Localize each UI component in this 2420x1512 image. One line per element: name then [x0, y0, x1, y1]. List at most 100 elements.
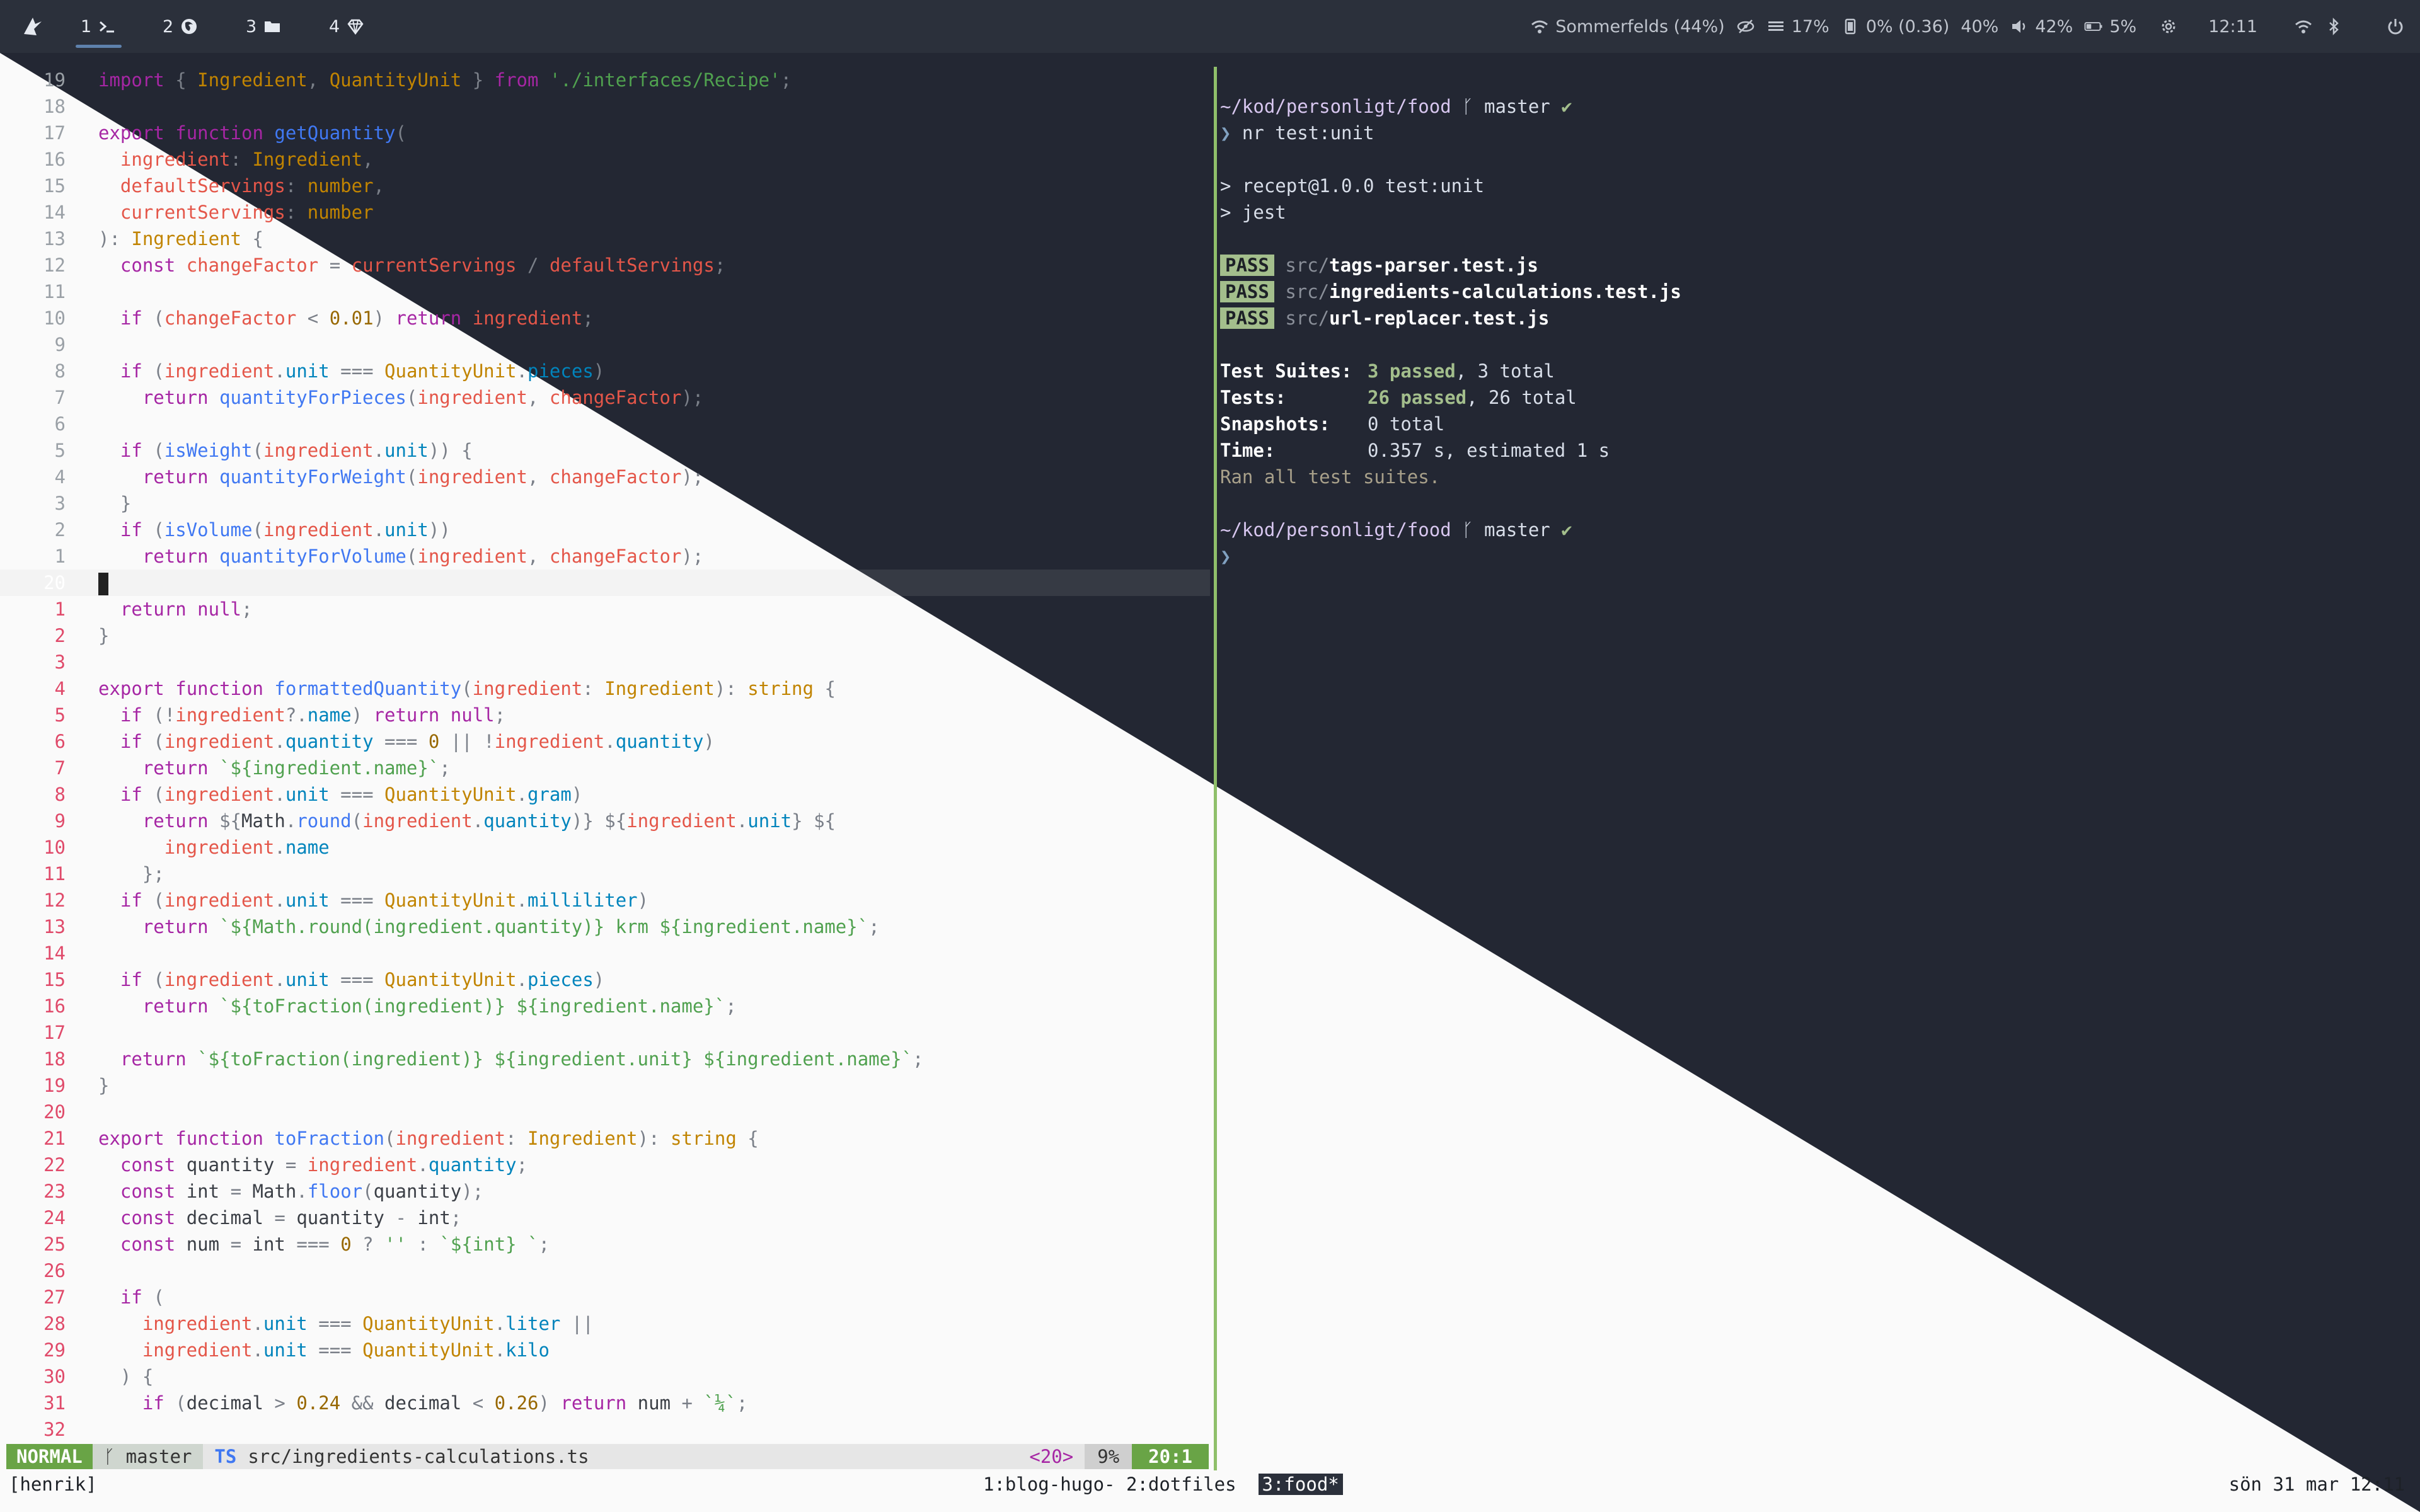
code-line[interactable]: 9 return ${Math.round(ingredient.quantit… — [0, 808, 1210, 834]
code-line[interactable]: 2 if (isVolume(ingredient.unit)) — [0, 517, 1210, 543]
code-line[interactable]: 26 — [0, 1257, 1210, 1284]
code-line[interactable]: 25 const num = int === 0 ? '' : `${int} … — [0, 1231, 1210, 1257]
code-line[interactable]: 5 if (!ingredient?.name) return null; — [0, 702, 1210, 728]
filetype-badge: TS — [214, 1446, 237, 1467]
cwd: ~/kod/personligt/food — [1220, 519, 1451, 541]
code-line[interactable]: 19} — [0, 1072, 1210, 1099]
code-line[interactable]: 23 const int = Math.floor(quantity); — [0, 1178, 1210, 1205]
code-line[interactable]: 17 — [0, 1019, 1210, 1046]
code-text: ingredient.name — [164, 837, 330, 858]
code-line[interactable]: 4 return quantityForWeight(ingredient, c… — [0, 464, 1210, 490]
code-line[interactable]: 13 return `${Math.round(ingredient.quant… — [0, 914, 1210, 940]
code-line[interactable]: 8 if (ingredient.unit === QuantityUnit.g… — [0, 781, 1210, 808]
line-number: 1 — [54, 598, 66, 620]
tmux-window[interactable]: 1:blog-hugo- — [983, 1474, 1115, 1495]
code-line[interactable]: 18 return `${toFraction(ingredient)} ${i… — [0, 1046, 1210, 1072]
code-line[interactable]: 12 if (ingredient.unit === QuantityUnit.… — [0, 887, 1210, 914]
volume-status[interactable]: 42% — [2010, 17, 2073, 37]
code-line[interactable]: 10 ingredient.name — [0, 834, 1210, 861]
prompt-path-line: ~/kod/personligt/food ᚴ master ✔ — [1220, 93, 2405, 120]
terminal-pane[interactable]: ~/kod/personligt/food ᚴ master ✔ ❯ nr te… — [1220, 93, 2405, 570]
code-line[interactable]: 10 if (changeFactor < 0.01) return ingre… — [0, 305, 1210, 331]
code-line[interactable]: 29 ingredient.unit === QuantityUnit.kilo — [0, 1337, 1210, 1363]
editor-statusline: NORMAL ᚴ master TS src/ingredients-calcu… — [6, 1444, 1209, 1469]
code-text: if (ingredient.unit === QuantityUnit.mil… — [120, 890, 649, 911]
code-line[interactable]: 16 return `${toFraction(ingredient)} ${i… — [0, 993, 1210, 1019]
line-number: 20 — [43, 572, 66, 593]
tmux-window-current[interactable]: 3:food* — [1258, 1474, 1343, 1495]
code-text: if (ingredient.unit === QuantityUnit.gra… — [120, 784, 583, 805]
line-number: 28 — [43, 1313, 66, 1334]
brightness-status: 40% — [1961, 17, 1998, 37]
code-line[interactable]: 30 ) { — [0, 1363, 1210, 1390]
workspace-2[interactable]: 2 — [163, 0, 199, 53]
prompt-icon: ❯ — [1220, 546, 1231, 567]
clock[interactable]: 12:11 — [2208, 17, 2257, 37]
code-line[interactable]: 15 if (ingredient.unit === QuantityUnit.… — [0, 966, 1210, 993]
code-text: } — [98, 625, 110, 646]
code-line[interactable]: 12 const changeFactor = currentServings … — [0, 252, 1210, 278]
tmux-window[interactable]: 2:dotfiles — [1126, 1474, 1236, 1495]
vpn-status[interactable] — [1736, 17, 1755, 36]
terminal-icon — [100, 21, 115, 33]
code-line[interactable]: 2} — [0, 622, 1210, 649]
code-line[interactable]: 20 — [0, 570, 1210, 596]
workspace-1[interactable]: 1 — [75, 0, 122, 53]
code-text: const int = Math.floor(quantity); — [120, 1181, 484, 1202]
code-line[interactable]: 1 return quantityForVolume(ingredient, c… — [0, 543, 1210, 570]
active-prompt[interactable]: ❯ — [1220, 543, 2405, 570]
wifi-status[interactable]: Sommerfelds (44%) — [1530, 17, 1725, 37]
code-line[interactable]: 11 }; — [0, 861, 1210, 887]
code-line[interactable]: 28 ingredient.unit === QuantityUnit.lite… — [0, 1310, 1210, 1337]
code-line[interactable]: 16 ingredient: Ingredient, — [0, 146, 1210, 173]
code-line[interactable]: 14 — [0, 940, 1210, 966]
code-line[interactable]: 13): Ingredient { — [0, 226, 1210, 252]
pane-divider[interactable] — [1214, 67, 1217, 1470]
bluetooth-icon — [2329, 17, 2339, 36]
test-dir: src/ — [1285, 255, 1330, 276]
cursor-position: 20:1 — [1132, 1444, 1209, 1469]
code-editor[interactable]: 19 import { Ingredient, QuantityUnit } fr… — [0, 67, 1210, 1443]
code-line[interactable]: 11 — [0, 278, 1210, 305]
code-line[interactable]: 3 } — [0, 490, 1210, 517]
network-status[interactable] — [2294, 17, 2313, 36]
prompt-path-line: ~/kod/personligt/food ᚴ master ✔ — [1220, 517, 2405, 543]
code-line[interactable]: 6 if (ingredient.quantity === 0 || !ingr… — [0, 728, 1210, 755]
code-line[interactable]: 31 if (decimal > 0.24 && decimal < 0.26)… — [0, 1390, 1210, 1416]
code-line[interactable]: 15 defaultServings: number, — [0, 173, 1210, 199]
code-text: if (isVolume(ingredient.unit)) — [120, 519, 451, 541]
bluetooth-status[interactable] — [2324, 17, 2343, 36]
code-line[interactable]: 17 export function getQuantity( — [0, 120, 1210, 146]
code-text: const decimal = quantity - int; — [120, 1207, 462, 1228]
code-line[interactable]: 7 return quantityForPieces(ingredient, c… — [0, 384, 1210, 411]
settings-status[interactable] — [2159, 17, 2178, 36]
code-line[interactable]: 1 return null; — [0, 596, 1210, 622]
code-line[interactable]: 27 if ( — [0, 1284, 1210, 1310]
code-line[interactable]: 3 — [0, 649, 1210, 675]
code-line[interactable]: 20 — [0, 1099, 1210, 1125]
code-line[interactable]: 22 const quantity = ingredient.quantity; — [0, 1152, 1210, 1178]
code-line[interactable]: 8 if (ingredient.unit === QuantityUnit.p… — [0, 358, 1210, 384]
code-line[interactable]: 4 export function formattedQuantity(ingre… — [0, 675, 1210, 702]
line-number: 13 — [43, 228, 66, 249]
line-number: 20 — [43, 1101, 66, 1123]
power-status[interactable] — [2386, 17, 2405, 36]
code-line[interactable]: 21 export function toFraction(ingredient:… — [0, 1125, 1210, 1152]
code-line[interactable]: 7 return `${ingredient.name}`; — [0, 755, 1210, 781]
code-line[interactable]: 32 — [0, 1416, 1210, 1443]
code-line[interactable]: 5 if (isWeight(ingredient.unit)) { — [0, 437, 1210, 464]
code-line[interactable]: 18 — [0, 93, 1210, 120]
code-line[interactable]: 9 — [0, 331, 1210, 358]
workspace-3[interactable]: 3 — [246, 0, 282, 53]
memory-label: 17% — [1791, 16, 1829, 37]
code-text: ingredient: Ingredient, — [120, 149, 374, 170]
summary-rest: , 26 total — [1466, 387, 1577, 408]
code-text: if (ingredient.quantity === 0 || !ingred… — [120, 731, 715, 752]
code-line[interactable]: 19 import { Ingredient, QuantityUnit } fr… — [0, 67, 1210, 93]
code-line[interactable]: 24 const decimal = quantity - int; — [0, 1205, 1210, 1231]
line-marker: <20> — [1029, 1446, 1074, 1467]
launcher-icon[interactable] — [21, 15, 44, 38]
workspace-4[interactable]: 4 — [329, 0, 365, 53]
code-line[interactable]: 6 — [0, 411, 1210, 437]
code-line[interactable]: 14 currentServings: number — [0, 199, 1210, 226]
